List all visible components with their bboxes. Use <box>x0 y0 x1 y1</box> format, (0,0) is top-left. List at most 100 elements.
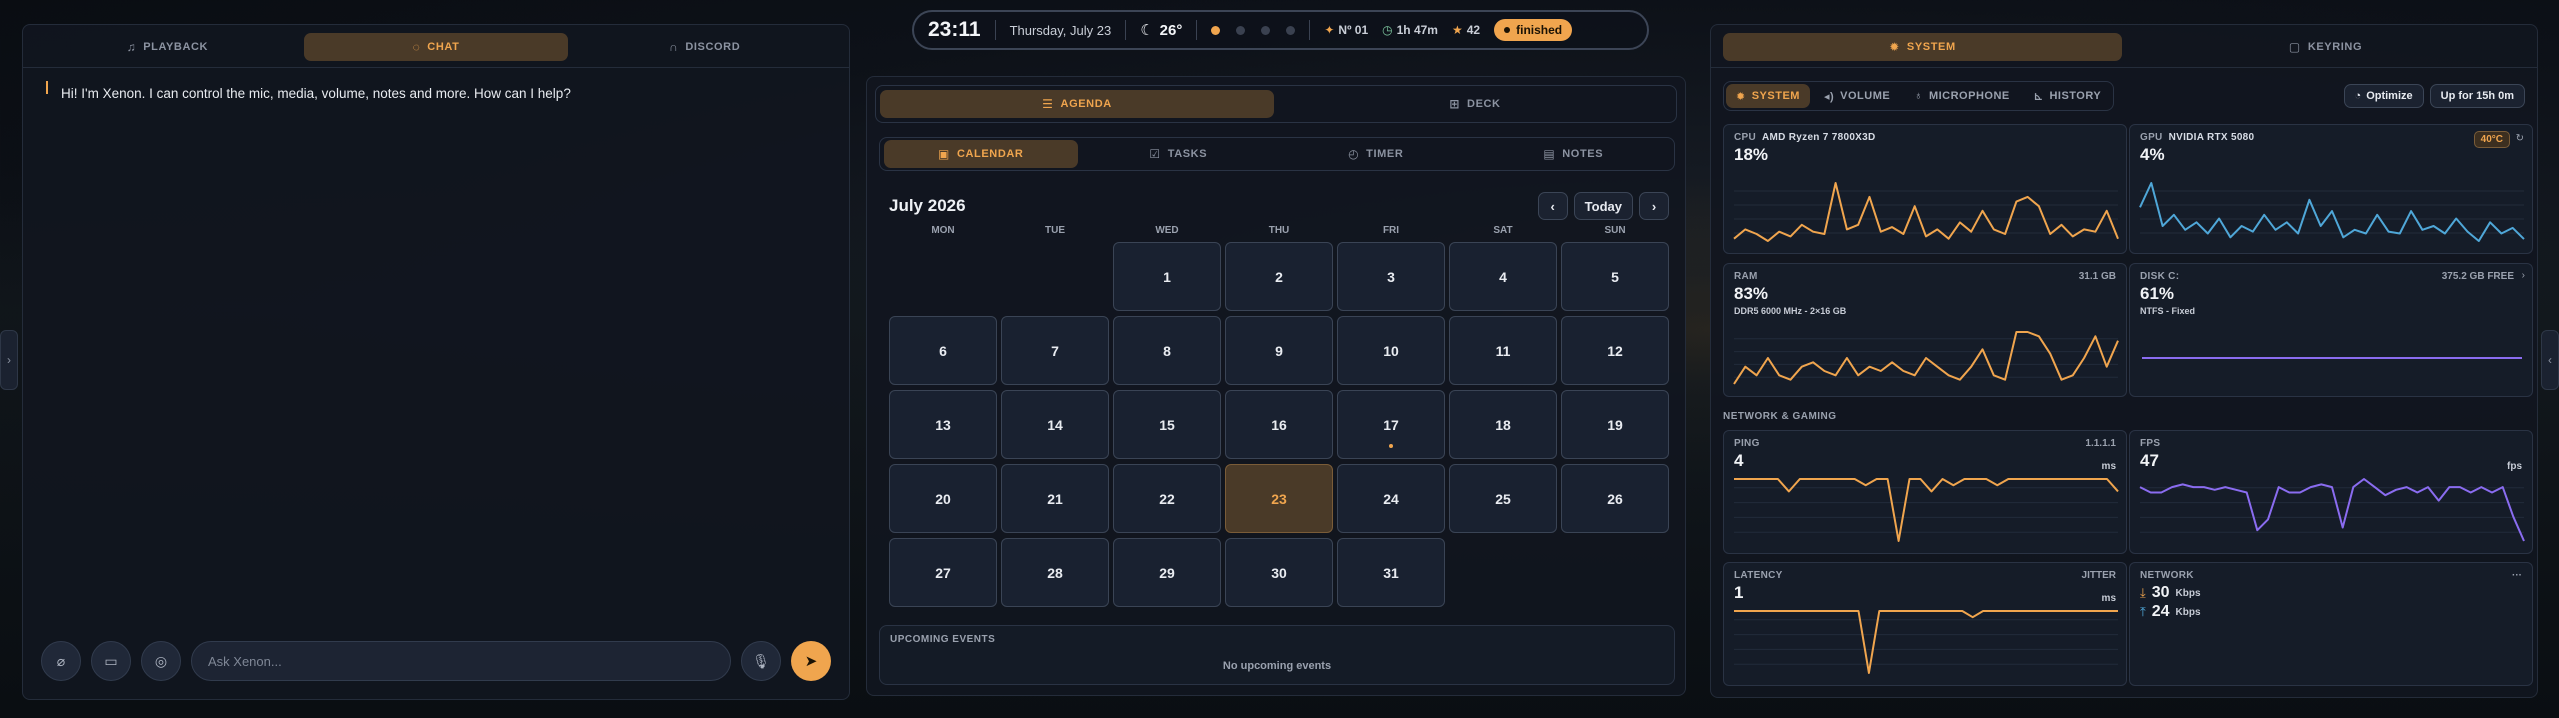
workspace-dot[interactable] <box>1236 25 1246 35</box>
system-toolbar: ✹ SYSTEM ◂) VOLUME ♁ MICROPHONE ⊾ HISTORY ◔ O… <box>1723 81 2525 111</box>
tab-label: TASKS <box>1167 148 1208 160</box>
workspace-dot[interactable] <box>1261 25 1271 35</box>
tab-timer[interactable]: ◴ TIMER <box>1279 140 1473 168</box>
calendar-day[interactable]: 17 <box>1337 390 1445 459</box>
disk-usage: 61% <box>2140 284 2175 303</box>
weekday-label: THU <box>1268 225 1290 236</box>
calendar-day[interactable]: 5 <box>1561 242 1669 311</box>
tab-system-overview[interactable]: ✹ SYSTEM <box>1726 84 1810 108</box>
mic-button[interactable]: 🎙 <box>741 641 781 681</box>
tab-history[interactable]: ⊾ HISTORY <box>2024 84 2112 108</box>
divider <box>1711 67 2537 68</box>
tab-label: TIMER <box>1366 148 1404 160</box>
calendar-grid: 1 2 3 4 5 6 7 8 9 10 11 12 13 14 15 16 17 18 19 20 21 22 23 24 2… <box>889 242 1669 607</box>
latency-unit: ms <box>2101 593 2116 604</box>
workspace-dot[interactable] <box>1286 25 1296 35</box>
gear-icon: ✹ <box>1889 40 1900 54</box>
divider <box>1196 20 1198 40</box>
workspace-dots[interactable] <box>1211 25 1296 35</box>
sparkline-path <box>2139 182 2525 242</box>
calendar-day[interactable]: 16 <box>1225 390 1333 459</box>
section-title: NETWORK & GAMING <box>1723 411 1837 422</box>
tab-agenda[interactable]: ☰ AGENDA <box>880 90 1274 118</box>
duration-value: 1h 47m <box>1396 23 1438 37</box>
chat-input[interactable] <box>191 641 731 681</box>
tab-deck[interactable]: ⊞ DECK <box>1278 90 1672 118</box>
tab-volume[interactable]: ◂) VOLUME <box>1814 84 1900 108</box>
calendar-day[interactable]: 20 <box>889 464 997 533</box>
tab-keyring[interactable]: ▢ KEYRING <box>2126 33 2525 61</box>
today-button[interactable]: Today <box>1573 192 1633 220</box>
calendar-day[interactable]: 10 <box>1337 316 1445 385</box>
tab-system[interactable]: ✹ SYSTEM <box>1723 33 2122 61</box>
calendar-day[interactable]: 24 <box>1337 464 1445 533</box>
calendar-day[interactable]: 9 <box>1225 316 1333 385</box>
next-month-button[interactable]: › <box>1639 192 1669 220</box>
calendar-day-today[interactable]: 23 <box>1225 464 1333 533</box>
calendar-day[interactable]: 13 <box>889 390 997 459</box>
prev-month-button[interactable]: ‹ <box>1537 192 1568 220</box>
disk-label: DISK C: <box>2140 271 2180 282</box>
gpu-usage: 4% <box>2140 145 2165 164</box>
calendar-day[interactable]: 6 <box>889 316 997 385</box>
tab-tasks[interactable]: ☑ TASKS <box>1082 140 1276 168</box>
conversation-button[interactable]: ◎ <box>141 641 181 681</box>
calendar-day[interactable]: 1 <box>1113 242 1221 311</box>
tab-calendar[interactable]: ▣ CALENDAR <box>884 140 1078 168</box>
tab-microphone[interactable]: ♁ MICROPHONE <box>1904 84 2020 108</box>
calendar-day[interactable]: 11 <box>1449 316 1557 385</box>
calendar-day[interactable]: 22 <box>1113 464 1221 533</box>
calendar-day[interactable]: 19 <box>1561 390 1669 459</box>
expand-left-handle[interactable]: › <box>0 330 18 390</box>
network-menu[interactable]: ··· <box>2512 570 2522 581</box>
chevron-right-icon[interactable]: › <box>2522 270 2525 281</box>
optimize-label: Optimize <box>2366 90 2413 102</box>
calendar-day[interactable]: 27 <box>889 538 997 607</box>
ram-total: 31.1 GB <box>2078 271 2116 282</box>
ping-unit: ms <box>2101 461 2116 472</box>
calendar-day[interactable]: 2 <box>1225 242 1333 311</box>
fps-label: FPS <box>2140 438 2161 449</box>
tab-chat[interactable]: ◌ CHAT <box>303 33 569 61</box>
calendar-day[interactable]: 21 <box>1001 464 1109 533</box>
empty-cell <box>1001 242 1109 311</box>
calendar-day[interactable]: 25 <box>1449 464 1557 533</box>
tab-label: DISCORD <box>685 41 741 53</box>
screen-button[interactable]: ▭ <box>91 641 131 681</box>
calendar-day[interactable]: 12 <box>1561 316 1669 385</box>
chat-panel: ♫ PLAYBACK ◌ CHAT ∩ DISCORD Hi! I'm Xenon. … <box>22 24 850 700</box>
calendar-day[interactable]: 26 <box>1561 464 1669 533</box>
calendar-day[interactable]: 18 <box>1449 390 1557 459</box>
refresh-icon[interactable]: ↻ <box>2516 133 2524 144</box>
upload-unit: Kbps <box>2175 606 2201 618</box>
calendar-day[interactable]: 8 <box>1113 316 1221 385</box>
calendar-day[interactable]: 15 <box>1113 390 1221 459</box>
calendar-day[interactable]: 7 <box>1001 316 1109 385</box>
tab-notes[interactable]: ▤ NOTES <box>1477 140 1671 168</box>
calendar-day[interactable]: 30 <box>1225 538 1333 607</box>
calendar-day[interactable]: 28 <box>1001 538 1109 607</box>
fps-card: FPS fps 47 <box>2129 430 2533 554</box>
calendar-day[interactable]: 4 <box>1449 242 1557 311</box>
tab-label: HISTORY <box>2049 90 2102 102</box>
system-tabs: ✹ SYSTEM ▢ KEYRING <box>1719 29 2529 65</box>
tab-label: DECK <box>1467 98 1501 110</box>
calendar-day[interactable]: 29 <box>1113 538 1221 607</box>
calendar-day[interactable]: 14 <box>1001 390 1109 459</box>
tab-discord[interactable]: ∩ DISCORD <box>572 33 837 61</box>
workspace-dot[interactable] <box>1211 25 1221 35</box>
chat-input-row: ⌀ ▭ ◎ 🎙 ➤ <box>41 640 831 682</box>
tab-playback[interactable]: ♫ PLAYBACK <box>35 33 300 61</box>
calendar-day[interactable]: 3 <box>1337 242 1445 311</box>
calendar-day[interactable]: 31 <box>1337 538 1445 607</box>
expand-right-handle[interactable]: ‹ <box>2541 330 2559 390</box>
send-button[interactable]: ➤ <box>791 641 831 681</box>
gpu-sparkline <box>2139 182 2525 242</box>
paperclip-icon: ⌀ <box>56 652 66 669</box>
latency-label: LATENCY <box>1734 570 1783 581</box>
cpu-sparkline <box>1733 182 2119 242</box>
chevron-right-icon: › <box>1651 198 1657 214</box>
attach-button[interactable]: ⌀ <box>41 641 81 681</box>
optimize-button[interactable]: ◔ Optimize <box>2343 84 2424 108</box>
status-bar: 23:11 Thursday, July 23 ☾ 26° ✦ Nº 01 ◷ 1h… <box>912 10 1649 50</box>
